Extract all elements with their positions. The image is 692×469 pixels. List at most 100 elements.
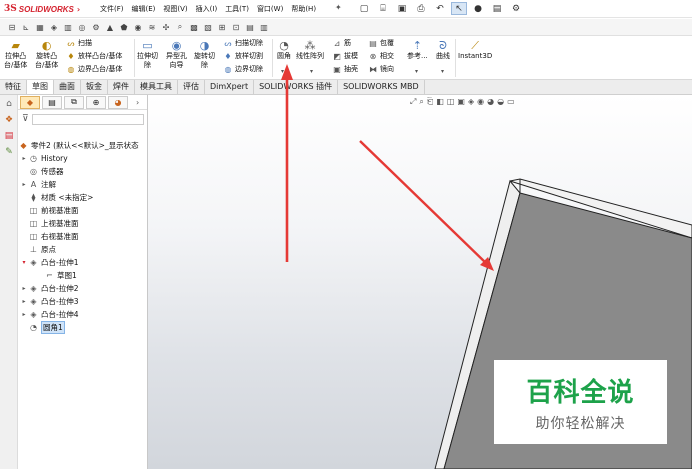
design-library-icon[interactable]: ❖ [2,113,16,127]
tree-item[interactable]: ◫ 右视基准面 [20,230,79,243]
fillet-dropdown-icon[interactable]: ▾ [281,68,284,75]
home-icon[interactable]: ⌂ [2,97,16,111]
toolbar-icon-3[interactable]: ▦ [34,21,46,33]
toolbar-icon-7[interactable]: ⚙ [90,21,102,33]
toolbar-icon-8[interactable]: ▲ [104,21,116,33]
tab-weldments[interactable]: 焊件 [108,80,135,94]
boundary-cut-button[interactable]: ◍ 边界切除 [223,64,264,75]
menu-window[interactable]: 窗口(W) [253,3,287,15]
tab-evaluate[interactable]: 评估 [178,80,205,94]
swept-cut-button[interactable]: ᔕ 扫描切除 [223,38,263,49]
pin-icon[interactable]: ✦ [335,3,342,12]
toolbar-icon-14[interactable]: ▩ [188,21,200,33]
boundary-boss-button[interactable]: ◍ 边界凸台/基体 [66,64,123,75]
solidworks-logo[interactable]: 3S SOLIDWORKS › [4,2,80,16]
toolbar-icon-16[interactable]: ⊞ [216,21,228,33]
tab-sketch[interactable]: 草图 [27,80,54,94]
menu-view[interactable]: 视图(V) [159,3,191,15]
appearance-icon[interactable]: ✎ [2,145,16,159]
file-explorer-icon[interactable]: ▤ [2,129,16,143]
reference-dropdown-icon[interactable]: ▾ [415,68,418,75]
tree-item[interactable]: ▸ ◈ 凸台-拉伸2 [20,282,78,295]
property-manager-tab-icon[interactable]: ▤ [42,95,62,109]
tab-sheet-metal[interactable]: 钣金 [81,80,108,94]
tab-features[interactable]: 特征 [0,80,27,94]
menu-help[interactable]: 帮助(H) [287,3,320,15]
toolbar-icon-19[interactable]: ▥ [258,21,270,33]
expand-icon[interactable]: ▸ [20,285,28,292]
dimxpert-tab-icon[interactable]: ⊕ [86,95,106,109]
lofted-cut-button[interactable]: ♦ 放样切割 [223,51,263,62]
menu-tools[interactable]: 工具(T) [221,3,253,15]
tree-item[interactable]: ▸ ◈ 凸台-拉伸4 [20,308,78,321]
tree-item[interactable]: ⌐ 草图1 [36,269,77,282]
menu-file[interactable]: 文件(F) [96,3,128,15]
extrude-boss-button[interactable]: ▰ 拉伸凸 台/基体 [4,38,27,70]
intersect-button[interactable]: ⊗ 相交 [368,51,394,62]
toolbar-icon-11[interactable]: ≋ [146,21,158,33]
expand-icon[interactable]: ▸ [20,181,28,188]
tab-mbd[interactable]: SOLIDWORKS MBD [338,80,425,94]
rib-button[interactable]: ⊿ 筋 [332,38,351,49]
toolbar-icon-15[interactable]: ▧ [202,21,214,33]
tab-surfaces[interactable]: 曲面 [54,80,81,94]
menu-insert[interactable]: 插入(I) [192,3,222,15]
tree-item[interactable]: ▸ ◷ History [20,152,67,165]
pattern-dropdown-icon[interactable]: ▾ [310,68,313,75]
save-icon[interactable]: ▣ [394,2,410,15]
print-icon[interactable]: ⎙ [413,2,429,15]
feature-tree-tab-icon[interactable]: ◆ [20,95,40,109]
tree-root[interactable]: ◆ 零件2 (默认<<默认>_显示状态 [18,139,138,152]
expand-icon[interactable]: ▸ [20,155,28,162]
sweep-button[interactable]: ᔕ 扫描 [66,38,92,49]
options-icon[interactable]: ⚙ [508,2,524,15]
tree-item[interactable]: ◫ 上视基准面 [20,217,79,230]
curves-dropdown-icon[interactable]: ▾ [441,68,444,75]
linear-pattern-button[interactable]: ⁂ 线性阵列 [296,38,324,61]
tree-item[interactable]: ◫ 前视基准面 [20,204,79,217]
rebuild-icon[interactable]: ● [470,2,486,15]
shell-button[interactable]: ▣ 抽壳 [332,64,358,75]
tree-item[interactable]: ◔ 圆角1 [20,321,65,334]
revolve-cut-button[interactable]: ◑ 旋转切 除 [194,38,215,70]
tab-dimxpert[interactable]: DimXpert [205,80,255,94]
graphics-area[interactable]: ⤢ ⌕ ⎗ ◧ ◫ ▣ ◈ ◉ ◕ ◒ ▭ 百科全说 助你轻松解决 [148,95,692,469]
wrap-button[interactable]: ▤ 包覆 [368,38,394,49]
toolbar-icon-12[interactable]: ✣ [160,21,172,33]
toolbar-icon-6[interactable]: ◎ [76,21,88,33]
configuration-tab-icon[interactable]: ⧉ [64,95,84,109]
collapse-icon[interactable]: ▾ [20,259,28,266]
reference-geometry-button[interactable]: ⇡ 参考... [407,38,428,61]
panel-expand-icon[interactable]: › [136,98,139,107]
fillet-button[interactable]: ◔ 圆角 [276,38,292,61]
undo-icon[interactable]: ↶ [432,2,448,15]
toolbar-icon-18[interactable]: ▤ [244,21,256,33]
toolbar-icon-4[interactable]: ◈ [48,21,60,33]
file-properties-icon[interactable]: ▤ [489,2,505,15]
curves-button[interactable]: ᘐ 曲线 [435,38,451,61]
toolbar-icon-17[interactable]: ⊡ [230,21,242,33]
select-icon[interactable]: ↖ [451,2,467,15]
toolbar-icon-13[interactable]: ⌕ [174,21,186,33]
revolve-boss-button[interactable]: ◐ 旋转凸 台/基体 [35,38,58,70]
tree-item[interactable]: ▸ ◈ 凸台-拉伸3 [20,295,78,308]
hole-wizard-button[interactable]: ◉ 异型孔 向导 [166,38,187,70]
tab-addins[interactable]: SOLIDWORKS 插件 [254,80,339,94]
tab-mold-tools[interactable]: 模具工具 [135,80,178,94]
toolbar-icon-1[interactable]: ⊟ [6,21,18,33]
loft-button[interactable]: ♦ 放样凸台/基体 [66,51,122,62]
tree-item[interactable]: ⊥ 原点 [20,243,56,256]
expand-icon[interactable]: ▸ [20,311,28,318]
toolbar-icon-10[interactable]: ◉ [132,21,144,33]
tree-item[interactable]: ▾ ◈ 凸台-拉伸1 [20,256,78,269]
expand-icon[interactable]: ▸ [20,298,28,305]
draft-button[interactable]: ◩ 拔模 [332,51,358,62]
tree-item[interactable]: ▸ A 注解 [20,178,56,191]
menu-edit[interactable]: 编辑(E) [128,3,160,15]
toolbar-icon-2[interactable]: ⊾ [20,21,32,33]
new-document-icon[interactable]: ▢ [356,2,372,15]
tree-item[interactable]: ⧫ 材质 <未指定> [20,191,94,204]
instant3d-button[interactable]: ⟋ Instant3D [458,38,492,61]
display-manager-tab-icon[interactable]: ◕ [108,95,128,109]
toolbar-icon-9[interactable]: ⬟ [118,21,130,33]
